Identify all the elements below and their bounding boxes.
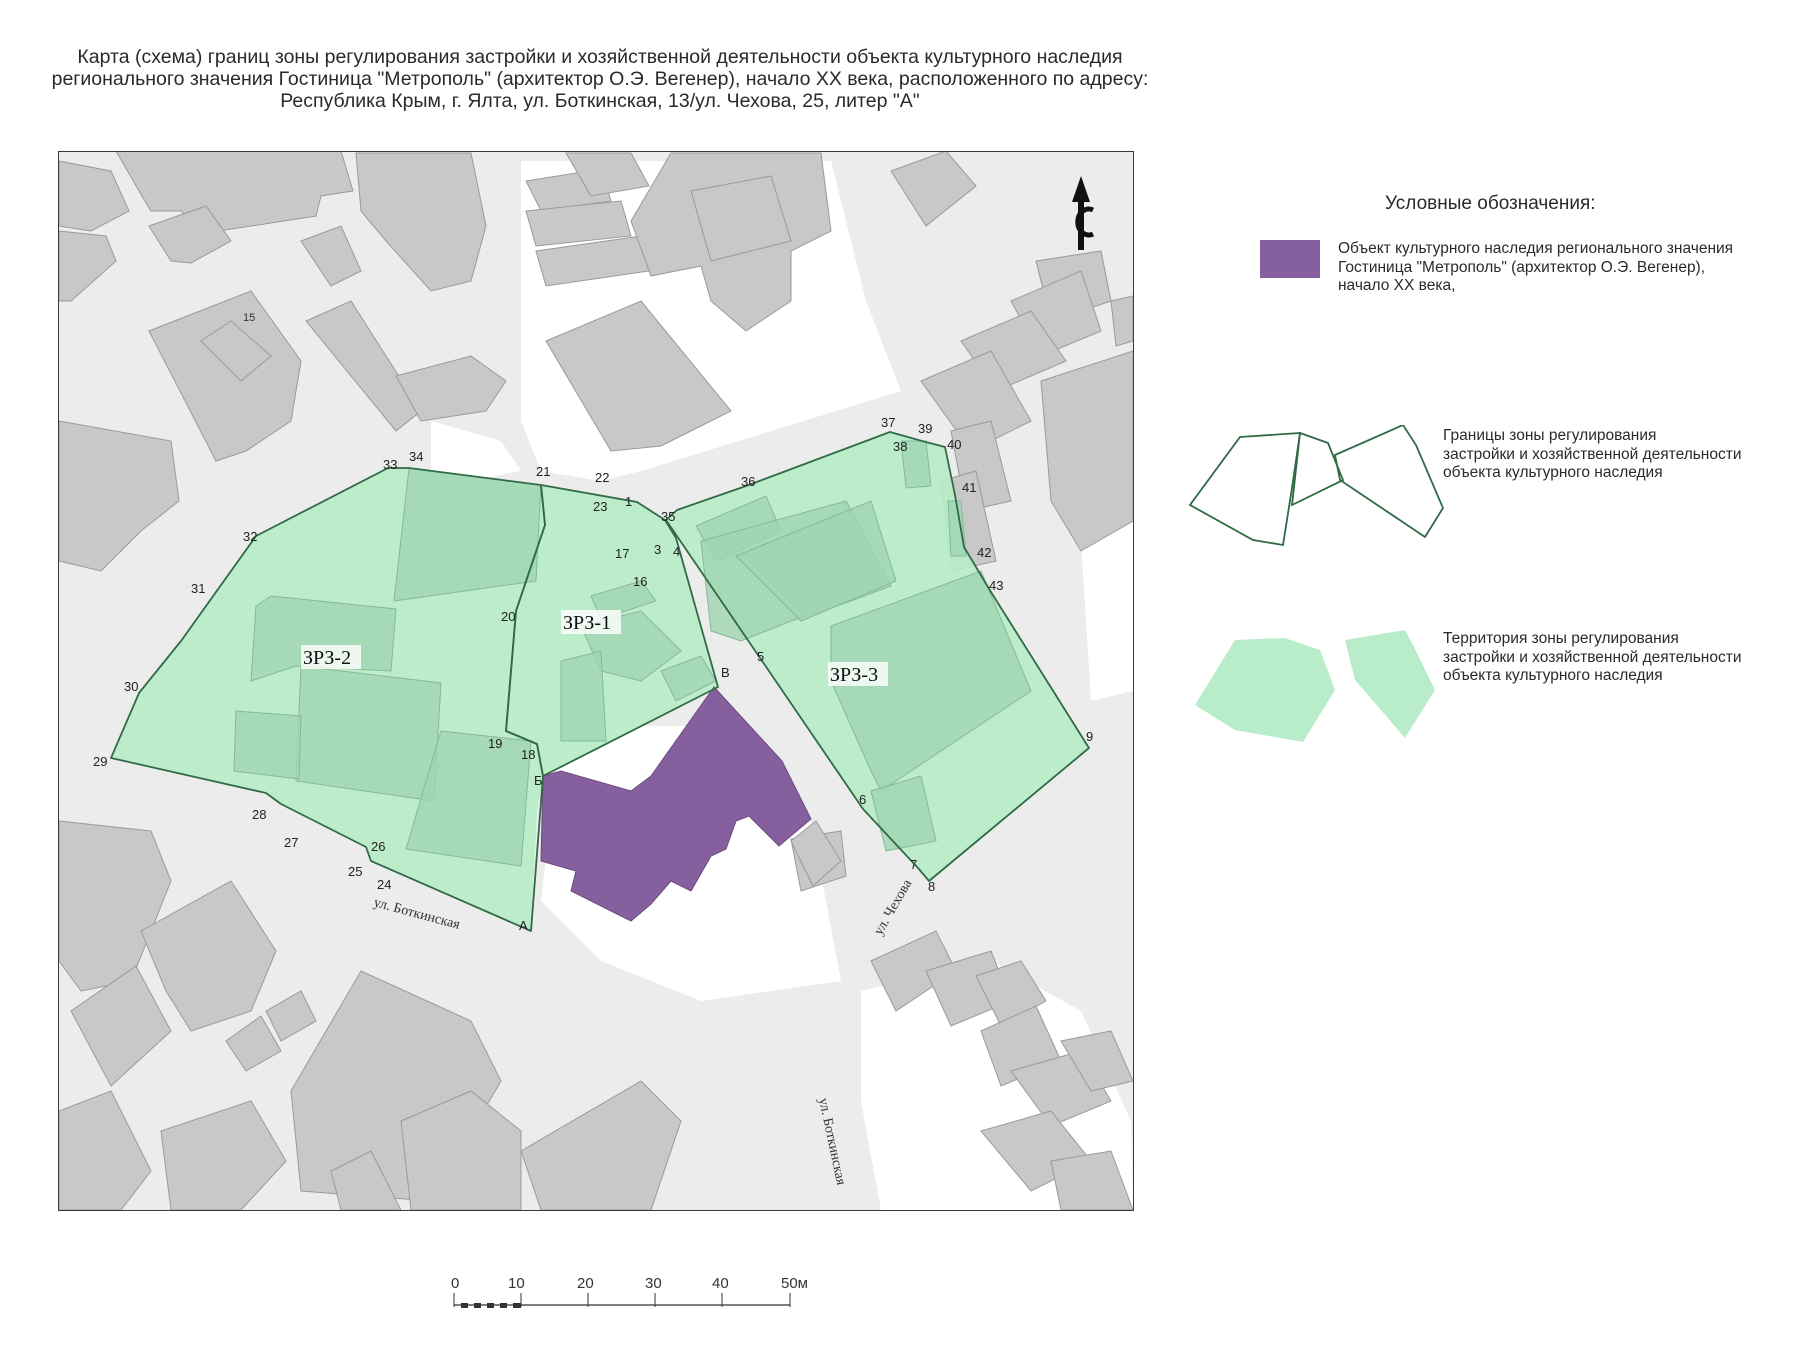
- point-1: 1: [625, 494, 632, 509]
- scale-tick-40: 40: [712, 1275, 729, 1292]
- legend-title: Условные обозначения:: [1385, 193, 1596, 214]
- scale-tick-50: 50м: [781, 1275, 808, 1292]
- street-label-botkinskaya-2: ул. Боткинская: [815, 1097, 848, 1187]
- street-label-botkinskaya: ул. Боткинская: [372, 895, 462, 933]
- scale-tick-30: 30: [645, 1275, 662, 1292]
- zone-label-zrz-3: ЗРЗ-3: [830, 664, 878, 686]
- map-canvas[interactable]: ЗРЗ-1 ЗРЗ-2 ЗРЗ-3 ул. Боткинская ул. Чех…: [58, 151, 1134, 1211]
- point-28: 28: [252, 807, 266, 822]
- map-title-line-1: Карта (схема) границ зоны регулирования …: [77, 46, 1123, 68]
- point-37: 37: [881, 415, 895, 430]
- legend-heritage-line-1: Объект культурного наследия региональног…: [1338, 240, 1734, 257]
- point-19: 19: [488, 736, 502, 751]
- point-16: 16: [633, 574, 647, 589]
- scale-tick-20: 20: [577, 1275, 594, 1292]
- point-22: 22: [595, 470, 609, 485]
- street-label-chekhova: ул. Чехова: [871, 876, 915, 938]
- building-number: 15: [243, 312, 255, 324]
- point-18: 18: [521, 747, 535, 762]
- legend-boundary-line-1: Границы зоны регулирования: [1443, 427, 1657, 444]
- point-25: 25: [348, 864, 362, 879]
- scale-bar: 0 10 20 30 40 50м: [440, 1275, 808, 1315]
- point-v: В: [721, 665, 730, 680]
- map-title: Карта (схема) границ зоны регулирования …: [40, 46, 1160, 112]
- point-42: 42: [977, 545, 991, 560]
- map-title-line-3: Республика Крым, г. Ялта, ул. Боткинская…: [280, 90, 920, 112]
- zone-label-zrz-2: ЗРЗ-2: [303, 647, 351, 669]
- point-a: А: [519, 918, 528, 933]
- point-6: 6: [859, 792, 866, 807]
- point-38: 38: [893, 439, 907, 454]
- point-b: Б: [534, 773, 543, 788]
- scale-tick-10: 10: [508, 1275, 525, 1292]
- legend-territory-line-2: застройки и хозяйственной деятельности: [1443, 648, 1742, 666]
- point-24: 24: [377, 877, 391, 892]
- legend-heritage-line-2: Гостиница "Метрополь" (архитектор О.Э. В…: [1338, 258, 1706, 276]
- point-20: 20: [501, 609, 515, 624]
- point-3: 3: [654, 542, 661, 557]
- point-31: 31: [191, 581, 205, 596]
- point-5: 5: [757, 649, 764, 664]
- legend-swatch-heritage-object: [1260, 240, 1320, 278]
- legend-heritage-line-3: начало XX века,: [1338, 277, 1456, 294]
- point-4: 4: [673, 544, 680, 559]
- north-arrow-icon: [1072, 176, 1095, 250]
- point-39: 39: [918, 421, 932, 436]
- point-30: 30: [124, 679, 138, 694]
- legend-text-zone-boundary: Границы зоны регулирования застройки и х…: [1443, 427, 1742, 483]
- point-21: 21: [536, 464, 550, 479]
- legend-territory-line-1: Территория зоны регулирования: [1443, 630, 1679, 647]
- point-36: 36: [741, 474, 755, 489]
- legend-text-heritage-object: Объект культурного наследия региональног…: [1338, 240, 1733, 296]
- point-32: 32: [243, 529, 257, 544]
- point-33: 33: [383, 457, 397, 472]
- point-8: 8: [928, 879, 935, 894]
- point-17: 17: [615, 546, 629, 561]
- zone-label-zrz-1: ЗРЗ-1: [563, 612, 611, 634]
- legend-boundary-line-2: застройки и хозяйственной деятельности: [1443, 445, 1742, 463]
- point-26: 26: [371, 839, 385, 854]
- map-svg: ЗРЗ-1 ЗРЗ-2 ЗРЗ-3 ул. Боткинская ул. Чех…: [59, 152, 1133, 1210]
- point-29: 29: [93, 754, 107, 769]
- scale-bar-graphic: [453, 1293, 791, 1308]
- legend-text-zone-territory: Территория зоны регулирования застройки …: [1443, 630, 1742, 686]
- scale-tick-0: 0: [451, 1275, 460, 1292]
- point-41: 41: [962, 480, 976, 495]
- point-40: 40: [947, 437, 961, 452]
- point-9: 9: [1086, 729, 1093, 744]
- legend-territory-line-3: объекта культурного наследия: [1443, 667, 1663, 684]
- point-7: 7: [910, 857, 917, 872]
- legend-swatch-zone-boundary: [1188, 425, 1445, 547]
- point-43: 43: [989, 578, 1003, 593]
- point-27: 27: [284, 835, 298, 850]
- point-35: 35: [661, 509, 675, 524]
- point-23: 23: [593, 499, 607, 514]
- legend-boundary-line-3: объекта культурного наследия: [1443, 464, 1663, 481]
- map-title-line-2: регионального значения Гостиница "Метроп…: [51, 68, 1149, 90]
- legend-swatch-zone-territory: [1195, 630, 1435, 742]
- point-34: 34: [409, 449, 423, 464]
